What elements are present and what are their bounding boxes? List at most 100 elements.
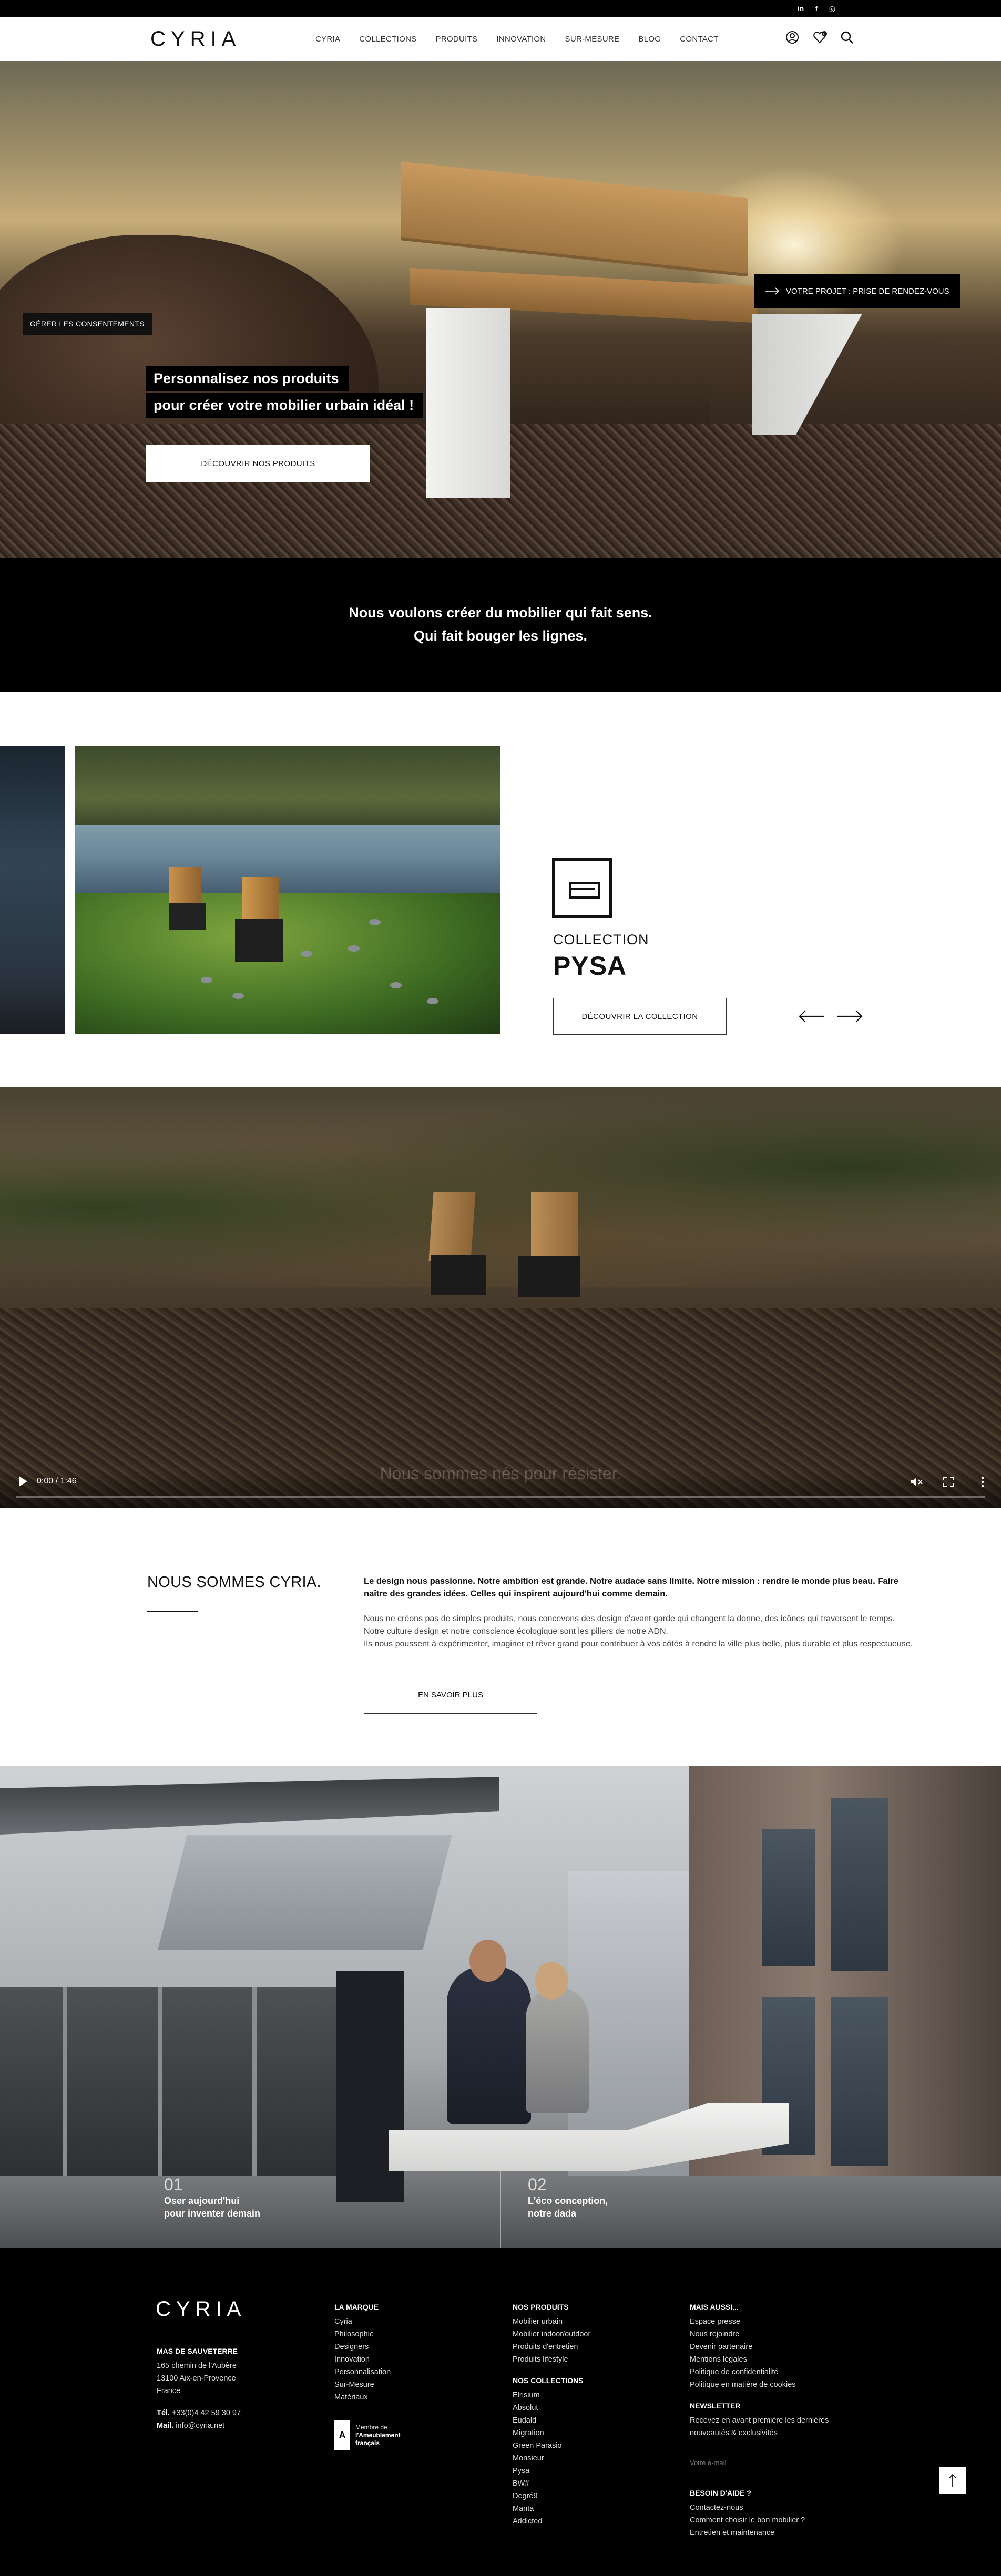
person-head — [535, 1962, 568, 2000]
hero-banner: GÉRER LES CONSENTEMENTS VOTRE PROJET : P… — [0, 61, 1001, 558]
badge-line: l'Ameublement — [355, 2431, 401, 2439]
footer-link[interactable]: Contactez-nous — [690, 2501, 805, 2514]
address-line: France — [157, 2387, 181, 2395]
consent-button[interactable]: GÉRER LES CONSENTEMENTS — [23, 313, 152, 335]
footer-link[interactable]: Nous rejoindre — [690, 2328, 842, 2341]
nav-item-cyria[interactable]: CYRIA — [315, 35, 340, 44]
nav-item-blog[interactable]: BLOG — [638, 35, 661, 44]
footer-link[interactable]: Comment choisir le bon mobilier ? — [690, 2514, 805, 2527]
footer-link[interactable]: Matériaux — [334, 2391, 391, 2404]
newsletter-email-input[interactable]: Votre e-mail — [690, 2459, 830, 2472]
window — [762, 1829, 815, 1966]
gallery-item-1[interactable]: 01 Oser aujourd'hui pour inventer demain — [164, 2175, 260, 2220]
footer-link[interactable]: Green Parasio — [513, 2439, 590, 2452]
footer-link[interactable]: Migration — [513, 2427, 590, 2439]
footer-link[interactable]: Produits lifestyle — [513, 2353, 590, 2366]
appointment-label: VOTRE PROJET : PRISE DE RENDEZ-VOUS — [786, 286, 949, 296]
email[interactable]: Mail. info@cyria.net — [157, 2419, 241, 2432]
instagram-icon[interactable]: ◎ — [828, 3, 837, 14]
footer-heading: BESOIN D'AIDE ? — [690, 2489, 751, 2497]
phone[interactable]: Tél. +33(0)4 42 59 30 97 — [157, 2407, 241, 2419]
footer-link[interactable]: Degré9 — [513, 2490, 590, 2502]
social-links: in f ◎ — [796, 3, 837, 14]
facebook-icon[interactable]: f — [812, 3, 821, 14]
video-progress-bar[interactable] — [16, 1496, 985, 1498]
about-lead: Le design nous passionne. Notre ambition… — [364, 1576, 898, 1599]
linkedin-icon[interactable]: in — [796, 3, 805, 14]
footer-link[interactable]: BW# — [513, 2477, 590, 2490]
footer-link[interactable]: Elrisium — [513, 2389, 590, 2402]
wishlist-icon[interactable]: 0 — [812, 29, 828, 45]
about-body-line: Ils nous poussent à expérimenter, imagin… — [364, 1640, 913, 1648]
footer-link[interactable]: Politique de confidentialité — [690, 2366, 842, 2378]
about-heading: NOUS SOMMES CYRIA. — [147, 1574, 321, 1591]
footer-link[interactable]: Sur-Mesure — [334, 2378, 391, 2391]
arrow-left-icon[interactable] — [798, 1008, 825, 1024]
nav-item-contact[interactable]: CONTACT — [680, 35, 718, 44]
bench-leg — [426, 308, 510, 498]
video-time: 0:00 / 1:46 — [37, 1477, 77, 1486]
ameublement-badge: A Membre de l'Ameublement français — [334, 2420, 401, 2450]
nav-item-collections[interactable]: COLLECTIONS — [359, 35, 416, 44]
video-trees — [0, 1087, 1001, 1287]
arrow-right-icon[interactable] — [836, 1008, 863, 1024]
about-body: Nous ne créons pas de simples produits, … — [364, 1613, 974, 1651]
gallery-item-2[interactable]: 02 L'éco conception, notre dada — [528, 2175, 608, 2220]
footer-products-links: NOS PRODUITS Mobilier urbain Mobilier in… — [513, 2301, 590, 2528]
footer-link[interactable]: Absolut — [513, 2402, 590, 2414]
footer-link[interactable]: Mobilier urbain — [513, 2315, 590, 2328]
footer-link[interactable]: Mobilier indoor/outdoor — [513, 2328, 590, 2341]
nav-item-produits[interactable]: PRODUITS — [436, 35, 478, 44]
learn-more-button[interactable]: EN SAVOIR PLUS — [364, 1676, 537, 1714]
footer-link[interactable]: Philosophie — [334, 2328, 391, 2341]
discover-collection-button[interactable]: DÉCOUVRIR LA COLLECTION — [553, 998, 727, 1035]
header-icons: 0 — [784, 29, 855, 45]
footer-link[interactable]: Politique en matière de cookies — [690, 2378, 842, 2391]
nav-item-sur-mesure[interactable]: SUR-MESURE — [565, 35, 620, 44]
footer-link[interactable]: Mentions légales — [690, 2353, 842, 2366]
footer-link[interactable]: Innovation — [334, 2353, 391, 2366]
divider — [500, 2171, 501, 2248]
footer-link[interactable]: Personnalisation — [334, 2366, 391, 2378]
collection-image — [75, 746, 500, 1034]
footer-link[interactable]: Eudald — [513, 2414, 590, 2427]
pigeon — [348, 945, 360, 952]
appointment-button[interactable]: VOTRE PROJET : PRISE DE RENDEZ-VOUS — [754, 274, 960, 308]
canopy — [0, 1777, 499, 1835]
newsletter-text: Recevez en avant première les dernières … — [690, 2416, 829, 2437]
footer-link[interactable]: Devenir partenaire — [690, 2341, 842, 2353]
brand-video[interactable]: Nous sommes nés pour résister. 0:00 / 1:… — [0, 1087, 1001, 1508]
previous-slide-image[interactable] — [0, 746, 65, 1034]
glass-roof — [158, 1835, 452, 1950]
footer-link[interactable]: Espace presse — [690, 2315, 842, 2328]
footer-link[interactable]: Monsieur — [513, 2452, 590, 2465]
pigeon — [301, 951, 312, 957]
chair-base — [518, 1256, 580, 1297]
mute-icon[interactable] — [910, 1476, 923, 1488]
footer-link[interactable]: Pysa — [513, 2465, 590, 2477]
collection-slider: COLLECTION PYSA DÉCOUVRIR LA COLLECTION — [0, 692, 1001, 1087]
about-body-line: Notre culture design et notre conscience… — [364, 1627, 668, 1636]
footer-link[interactable]: Entretien et maintenance — [690, 2527, 805, 2539]
footer-logo[interactable]: CYRIA — [156, 2297, 246, 2321]
footer-brand-links: LA MARQUE Cyria Philosophie Designers In… — [334, 2301, 391, 2404]
more-options-icon[interactable] — [981, 1476, 984, 1488]
account-icon[interactable] — [784, 29, 800, 45]
play-icon[interactable] — [19, 1476, 27, 1487]
ameublement-text: Membre de l'Ameublement français — [355, 2424, 401, 2447]
footer-link[interactable]: Designers — [334, 2341, 391, 2353]
footer-link[interactable]: Manta — [513, 2502, 590, 2515]
back-to-top-button[interactable] — [939, 2467, 966, 2494]
logo[interactable]: CYRIA — [150, 27, 241, 51]
badge-line: français — [355, 2439, 380, 2447]
fullscreen-icon[interactable] — [943, 1477, 954, 1487]
footer-link[interactable]: Addicted — [513, 2515, 590, 2528]
collection-name: PYSA — [553, 951, 627, 981]
search-icon[interactable] — [839, 29, 855, 45]
main-nav: CYRIA COLLECTIONS PRODUITS INNOVATION SU… — [315, 35, 719, 44]
footer-link[interactable]: Cyria — [334, 2315, 391, 2328]
nav-item-innovation[interactable]: INNOVATION — [496, 35, 546, 44]
ameublement-logo: A — [334, 2420, 350, 2450]
footer-link[interactable]: Produits d'entretien — [513, 2341, 590, 2353]
discover-products-button[interactable]: DÉCOUVRIR NOS PRODUITS — [146, 445, 370, 482]
